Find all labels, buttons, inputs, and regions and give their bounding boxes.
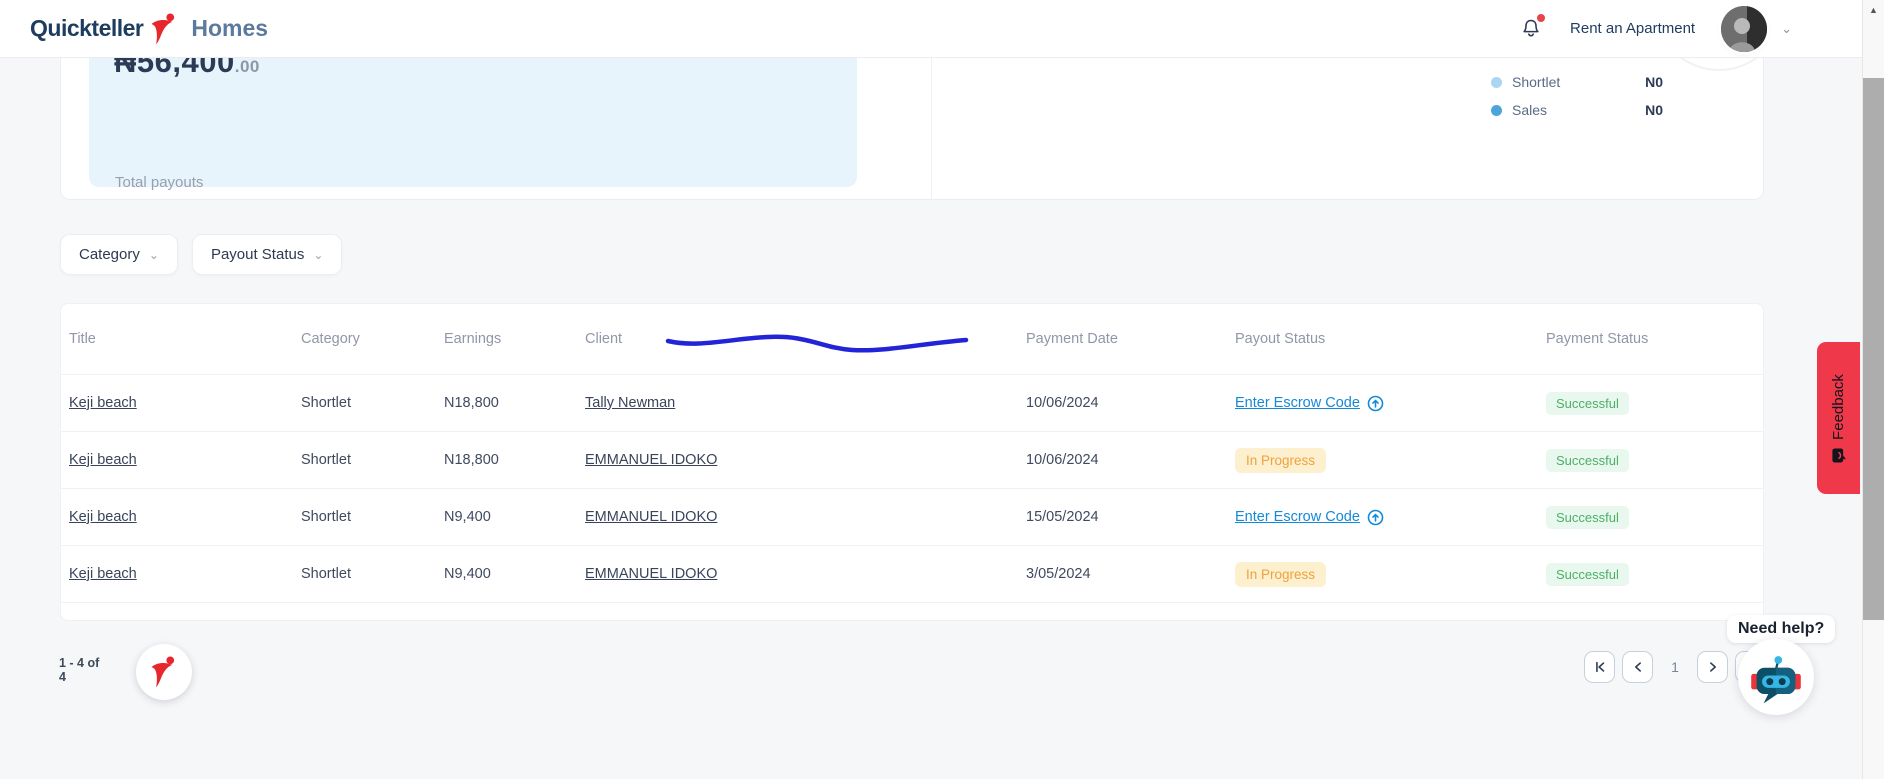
row-payment-date: 15/05/2024	[1026, 509, 1235, 525]
chevron-down-icon: ⌄	[149, 248, 159, 262]
total-payouts-label: Total payouts	[115, 174, 203, 191]
scrollbar-thumb[interactable]	[1863, 78, 1884, 620]
quickteller-logo-icon	[149, 655, 179, 689]
brand-suffix: Homes	[191, 15, 268, 42]
payout-status-filter-dropdown[interactable]: Payout Status ⌄	[192, 234, 342, 275]
payouts-table: Title Category Earnings Client Payment D…	[60, 303, 1764, 621]
category-filter-label: Category	[79, 246, 140, 263]
legend-item-shortlet: Shortlet N0	[1491, 68, 1721, 96]
payout-status-filter-label: Payout Status	[211, 246, 304, 263]
row-payment-date: 3/05/2024	[1026, 566, 1235, 582]
arrow-up-circle-icon	[1367, 395, 1384, 412]
row-client-link[interactable]: EMMANUEL IDOKO	[585, 509, 717, 525]
arrow-up-circle-icon	[1367, 509, 1384, 526]
scroll-up-arrow[interactable]: ▲	[1863, 0, 1884, 20]
chatbot-launcher[interactable]	[1738, 639, 1814, 715]
avatar	[1721, 6, 1767, 52]
row-category: Shortlet	[301, 452, 444, 468]
table-row: Keji beach Shortlet N9,400 EMMANUEL IDOK…	[61, 489, 1763, 546]
row-title-link[interactable]: Keji beach	[69, 566, 137, 582]
legend-label: Shortlet	[1512, 74, 1560, 90]
row-earnings: N9,400	[444, 509, 585, 525]
brand-name: Quickteller	[30, 15, 143, 42]
enter-escrow-code-link[interactable]: Enter Escrow Code	[1235, 395, 1384, 412]
feedback-label: Feedback	[1830, 374, 1847, 440]
col-payment-date: Payment Date	[1026, 331, 1235, 347]
row-category: Shortlet	[301, 509, 444, 525]
row-title-link[interactable]: Keji beach	[69, 395, 137, 411]
previous-page-button[interactable]	[1622, 651, 1653, 683]
pagination-range-text: 1 - 4 of 4	[59, 656, 105, 685]
total-earnings-value: ₦56,400.00	[114, 58, 857, 80]
earnings-summary-card: ₦56,400.00 Total payouts ₦0.00 Shortlet …	[60, 58, 1764, 200]
total-payouts-value: ₦0.00	[114, 196, 170, 200]
sales-dot-icon	[1491, 105, 1502, 116]
col-title: Title	[69, 331, 301, 347]
row-category: Shortlet	[301, 395, 444, 411]
shortlet-dot-icon	[1491, 77, 1502, 88]
notification-badge	[1537, 14, 1545, 22]
table-row: Keji beach Shortlet N18,800 Tally Newman…	[61, 375, 1763, 432]
chevron-down-icon: ⌄	[313, 248, 323, 262]
current-page-number[interactable]: 1	[1660, 659, 1690, 675]
table-row: Keji beach Shortlet N9,400 EMMANUEL IDOK…	[61, 546, 1763, 603]
legend-item-sales: Sales N0	[1491, 96, 1721, 124]
chevron-down-icon: ⌄	[1781, 21, 1792, 37]
table-body: Keji beach Shortlet N18,800 Tally Newman…	[61, 375, 1763, 603]
row-client-link[interactable]: EMMANUEL IDOKO	[585, 566, 717, 582]
feedback-chat-icon	[1832, 447, 1846, 462]
row-payment-date: 10/06/2024	[1026, 395, 1235, 411]
robot-icon	[1745, 646, 1807, 708]
summary-divider	[931, 58, 932, 199]
first-page-button[interactable]	[1584, 651, 1615, 683]
payment-status-badge: Successful	[1546, 392, 1629, 415]
col-payment-status: Payment Status	[1546, 331, 1763, 347]
category-filter-dropdown[interactable]: Category ⌄	[60, 234, 178, 275]
top-navbar: Quickteller Homes Rent an Apartment	[0, 0, 1862, 58]
vertical-scrollbar: ▲	[1862, 0, 1884, 779]
enter-escrow-code-link[interactable]: Enter Escrow Code	[1235, 509, 1384, 526]
row-category: Shortlet	[301, 566, 444, 582]
table-header-row: Title Category Earnings Client Payment D…	[61, 304, 1763, 375]
chart-legend: Shortlet N0 Sales N0	[1491, 68, 1721, 124]
table-row: Keji beach Shortlet N18,800 EMMANUEL IDO…	[61, 432, 1763, 489]
next-page-button[interactable]	[1697, 651, 1728, 683]
payout-status-badge: In Progress	[1235, 562, 1326, 587]
row-payment-date: 10/06/2024	[1026, 452, 1235, 468]
feedback-tab[interactable]: Feedback	[1817, 342, 1860, 494]
filter-bar: Category ⌄ Payout Status ⌄	[60, 234, 342, 275]
row-earnings: N9,400	[444, 566, 585, 582]
col-payout-status: Payout Status	[1235, 331, 1546, 347]
payout-status-badge: In Progress	[1235, 448, 1326, 473]
payment-status-badge: Successful	[1546, 449, 1629, 472]
col-earnings: Earnings	[444, 331, 585, 347]
row-client-link[interactable]: EMMANUEL IDOKO	[585, 452, 717, 468]
legend-label: Sales	[1512, 102, 1547, 118]
row-title-link[interactable]: Keji beach	[69, 509, 137, 525]
payment-status-badge: Successful	[1546, 506, 1629, 529]
legend-value: N0	[1645, 74, 1663, 90]
col-category: Category	[301, 331, 444, 347]
quickteller-fab[interactable]	[136, 644, 192, 700]
col-client: Client	[585, 331, 1026, 347]
notification-bell-icon[interactable]	[1520, 16, 1544, 42]
brand-logo[interactable]: Quickteller Homes	[30, 12, 268, 46]
legend-value: N0	[1645, 102, 1663, 118]
profile-menu[interactable]: ⌄	[1721, 6, 1792, 52]
row-title-link[interactable]: Keji beach	[69, 452, 137, 468]
payment-status-badge: Successful	[1546, 563, 1629, 586]
rent-apartment-link[interactable]: Rent an Apartment	[1570, 20, 1695, 37]
row-earnings: N18,800	[444, 452, 585, 468]
row-client-link[interactable]: Tally Newman	[585, 395, 675, 411]
payouts-panel: ₦56,400.00 Total payouts ₦0.00	[89, 58, 857, 187]
quickteller-logo-icon	[149, 12, 179, 46]
row-earnings: N18,800	[444, 395, 585, 411]
